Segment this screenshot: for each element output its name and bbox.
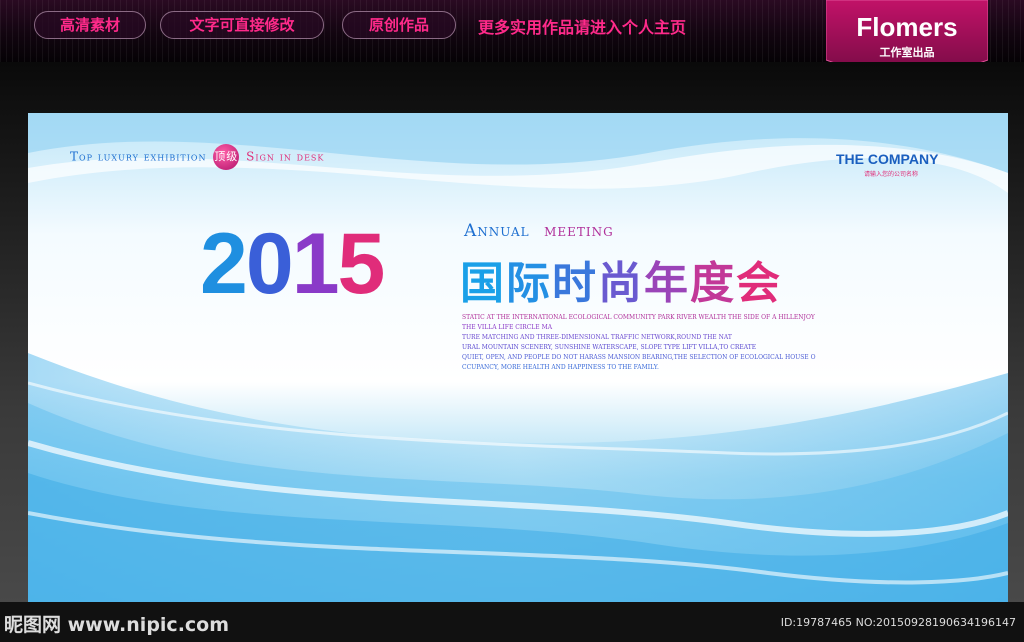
promo-text: 更多实用作品请进入个人主页	[478, 18, 687, 37]
title-char: 度	[690, 258, 736, 309]
title-char: 国	[460, 258, 506, 309]
tagline: Top luxury exhibition 顶级 Sign in desk	[70, 144, 324, 170]
body-line: CCUPANCY, MORE HEALTH AND HAPPINESS TO T…	[462, 364, 659, 371]
body-line: TURE MATCHING AND THREE-DIMENSIONAL TRAF…	[462, 334, 732, 341]
body-line: URAL MOUNTAIN SCENERY, SUNSHINE WATERSCA…	[462, 344, 757, 351]
title-char: 会	[736, 258, 782, 309]
tagline-right: Sign in desk	[246, 149, 325, 164]
brand-name: Flomers	[856, 12, 958, 42]
brand-subtitle: 工作室出品	[879, 46, 935, 59]
year-heading: 2015	[200, 215, 386, 314]
meeting-word: meeting	[544, 221, 614, 241]
body-line: STATIC AT THE INTERNATIONAL ECOLOGICAL C…	[462, 314, 815, 321]
hd-material-tag: 高清素材	[34, 11, 146, 39]
nipic-logo: 昵图网 www.nipic.com	[4, 614, 230, 636]
title-char: 时	[552, 258, 598, 309]
year-digit: 0	[245, 216, 294, 312]
chinese-title: 国际时尚年度会	[460, 247, 782, 311]
tagline-left: Top luxury exhibition	[70, 149, 207, 164]
title-char: 尚	[598, 258, 644, 309]
annual-word: Annual	[464, 221, 530, 241]
editable-text-tag: 文字可直接修改	[160, 11, 324, 39]
poster: Top luxury exhibition 顶级 Sign in desk TH…	[28, 113, 1008, 602]
year-digit: 2	[200, 216, 248, 312]
image-id-label: ID:19787465 NO:20150928190634196147	[780, 616, 1016, 629]
body-line: QUIET, OPEN, AND PEOPLE DO NOT HARASS MA…	[462, 354, 816, 361]
company-name: THE COMPANY	[836, 151, 939, 167]
year-digit: 5	[337, 216, 386, 312]
original-work-tag: 原创作品	[342, 11, 456, 39]
annual-meeting-heading: Annual meeting	[464, 221, 614, 241]
title-char: 际	[506, 258, 552, 309]
body-text: STATIC AT THE INTERNATIONAL ECOLOGICAL C…	[462, 313, 882, 373]
year-digit: 1	[291, 216, 340, 312]
body-line: THE VILLA LIFE CIRCLE MA	[462, 324, 553, 331]
watermark-bar: 昵图网 www.nipic.com ID:19787465 NO:2015092…	[0, 602, 1024, 642]
title-char: 年	[644, 258, 690, 309]
company-subtitle: 请输入您的公司名称	[864, 171, 919, 178]
top-grade-badge: 顶级	[213, 144, 240, 170]
